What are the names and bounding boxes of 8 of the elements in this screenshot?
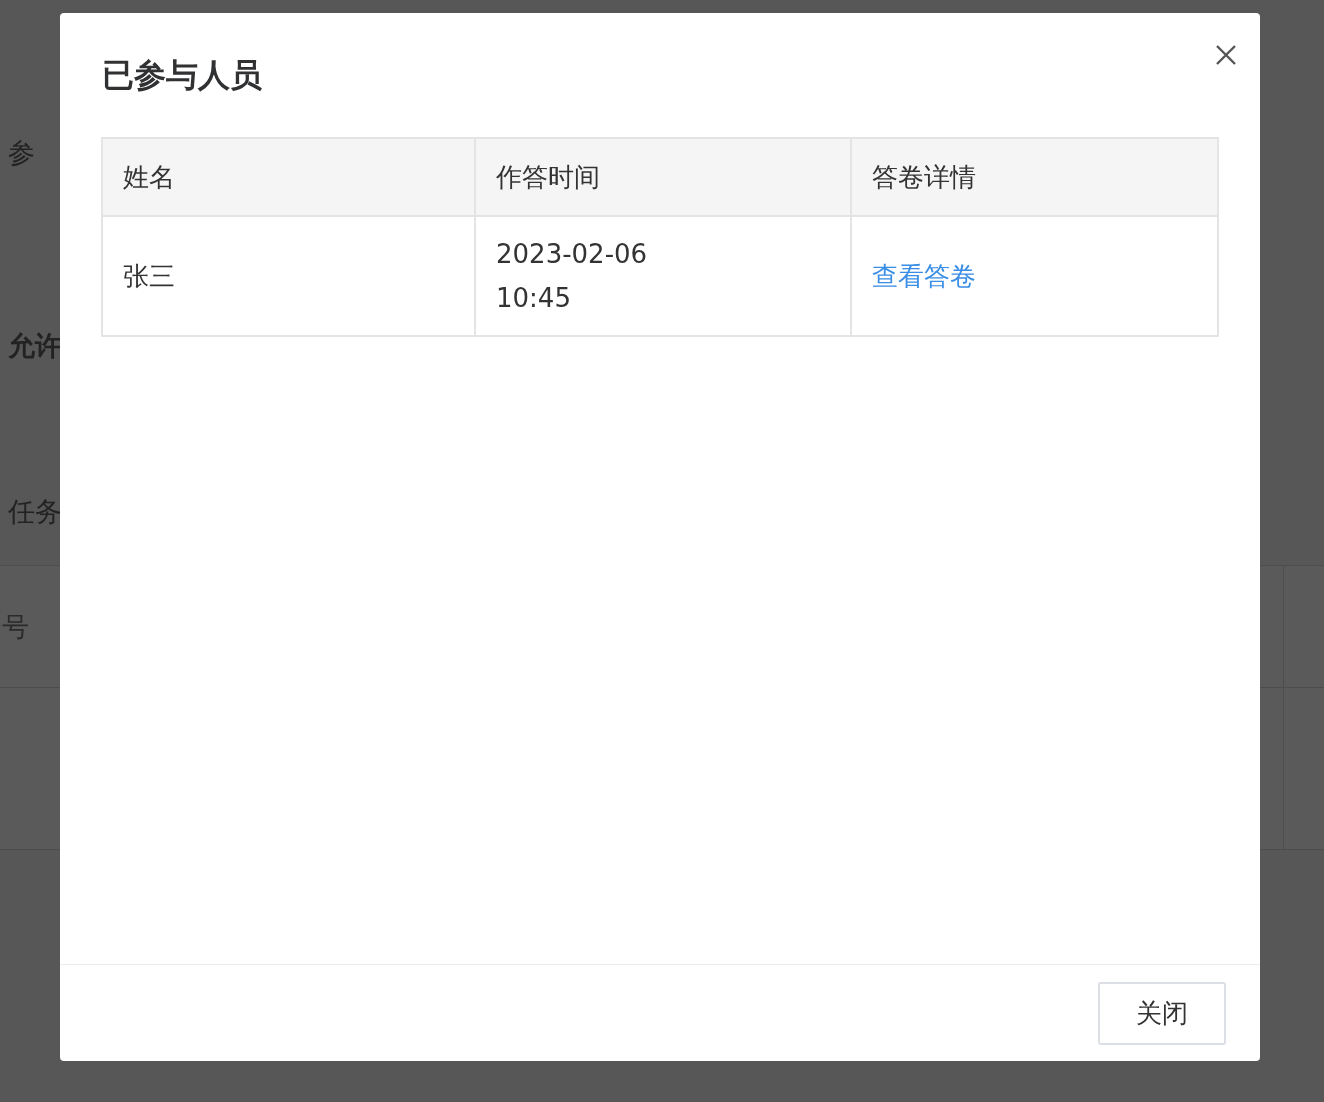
column-header: 作答时间 <box>475 138 851 216</box>
table-cell: 张三 <box>102 216 475 336</box>
dialog-title: 已参与人员 <box>102 55 262 96</box>
close-icon[interactable] <box>1214 43 1238 67</box>
table-cell: 2023-02-06 10:45 <box>475 216 851 336</box>
column-header: 姓名 <box>102 138 475 216</box>
close-button[interactable]: 关闭 <box>1098 981 1226 1045</box>
column-header: 答卷详情 <box>851 138 1218 216</box>
